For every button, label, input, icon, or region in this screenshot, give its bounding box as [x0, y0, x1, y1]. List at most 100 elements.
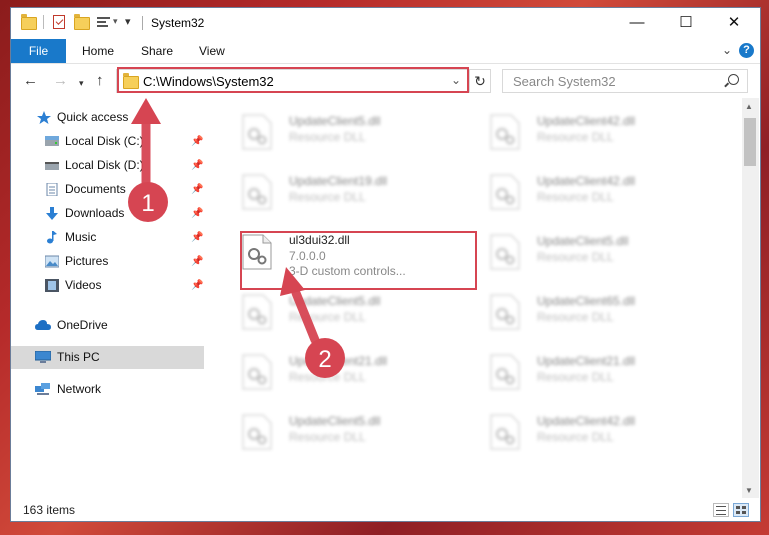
large-icons-view-icon[interactable]: [733, 503, 749, 517]
nav-item-this-pc[interactable]: This PC: [11, 346, 204, 369]
file-tile[interactable]: UpdateClient19.dll Resource DLL: [228, 164, 468, 220]
nav-item-label: This PC: [57, 350, 100, 364]
file-name: UpdateClient42.dll: [537, 414, 636, 428]
file-tile[interactable]: UpdateClient65.dll Resource DLL: [476, 284, 716, 340]
nav-item-videos[interactable]: Videos 📌: [11, 274, 204, 297]
file-tile[interactable]: UpdateClient5.dll Resource DLL: [228, 404, 468, 460]
nav-item-label: Videos: [65, 278, 102, 292]
dll-file-icon: [242, 354, 272, 390]
ribbon-tabs: File Home Share View ⌄ ?: [11, 39, 760, 64]
file-description: Resource DLL: [289, 310, 366, 324]
window-title: System32: [151, 16, 205, 30]
tab-home[interactable]: Home: [82, 39, 114, 63]
nav-item-onedrive[interactable]: OneDrive: [11, 314, 204, 337]
scroll-down-icon[interactable]: ▼: [745, 486, 753, 495]
dll-file-icon: [242, 174, 272, 210]
file-tile[interactable]: UpdateClient21.dll Resource DLL: [476, 344, 716, 400]
tab-file[interactable]: File: [11, 39, 66, 63]
nav-item-quick-access[interactable]: Quick access: [11, 106, 204, 129]
view-menu-icon[interactable]: [97, 17, 110, 28]
pin-icon: 📌: [191, 232, 204, 243]
dll-file-icon: [242, 294, 272, 330]
highlight-box-address: [117, 67, 469, 93]
pin-icon: 📌: [191, 208, 204, 219]
nav-item-downloads[interactable]: Downloads 📌: [11, 202, 204, 225]
navigation-pane: Quick access Local Disk (C:) 📌 Local Dis…: [11, 98, 204, 498]
file-tile[interactable]: UpdateClient42.dll Resource DLL: [476, 104, 716, 160]
new-folder-icon[interactable]: [74, 13, 90, 32]
maximize-button[interactable]: ☐: [663, 8, 709, 38]
file-name: UpdateClient5.dll: [537, 234, 629, 248]
nav-item-label: Downloads: [65, 206, 125, 220]
item-count: 163 items: [23, 503, 76, 517]
search-input[interactable]: [511, 73, 715, 90]
nav-item-label: Local Disk (C:): [65, 134, 144, 148]
file-list: UpdateClient5.dll Resource DLL UpdateCli…: [218, 98, 741, 498]
close-button[interactable]: ✕: [711, 8, 757, 38]
back-arrow-icon[interactable]: ←: [23, 73, 38, 88]
customize-toolbar-icon[interactable]: ▾: [125, 15, 131, 28]
nav-item-label: Network: [57, 382, 102, 396]
file-tile[interactable]: UpdateClient42.dll Resource DLL: [476, 164, 716, 220]
qa-dropdown-icon[interactable]: ▾: [113, 16, 118, 27]
expand-ribbon-icon[interactable]: ⌄: [722, 43, 732, 57]
nav-item-documents[interactable]: Documents 📌: [11, 178, 204, 201]
drive-icon: [45, 136, 59, 146]
file-tile[interactable]: UpdateClient5.dll Resource DLL: [476, 224, 716, 280]
nav-item-label: Quick access: [57, 110, 129, 124]
file-name: UpdateClient65.dll: [537, 294, 636, 308]
up-arrow-icon[interactable]: ↑: [96, 73, 104, 88]
file-tile[interactable]: UpdateClient42.dll Resource DLL: [476, 404, 716, 460]
status-bar: 163 items: [11, 500, 760, 521]
qa-divider: [43, 15, 44, 29]
details-view-icon[interactable]: [713, 503, 729, 517]
file-tile[interactable]: UpdateClient5.dll Resource DLL: [228, 104, 468, 160]
minimize-button[interactable]: —: [614, 8, 660, 38]
downloads-icon: [46, 207, 58, 220]
file-name: UpdateClient5.dll: [289, 414, 381, 428]
pin-icon: 📌: [191, 136, 204, 147]
recent-locations-icon[interactable]: ▾: [79, 76, 84, 91]
search-box[interactable]: [502, 69, 748, 93]
file-name: UpdateClient21.dll: [289, 354, 388, 368]
forward-arrow-icon[interactable]: →: [53, 73, 68, 88]
scrollbar-thumb[interactable]: [744, 118, 756, 166]
nav-item-local-disk-d[interactable]: Local Disk (D:) 📌: [11, 154, 204, 177]
refresh-button[interactable]: ↻: [469, 69, 491, 93]
file-description: Resource DLL: [289, 370, 366, 384]
nav-item-label: Local Disk (D:): [65, 158, 144, 172]
file-name: UpdateClient5.dll: [289, 294, 381, 308]
nav-item-label: Documents: [65, 182, 126, 196]
dll-file-icon: [490, 114, 520, 150]
dll-file-icon: [490, 174, 520, 210]
dll-file-icon: [490, 294, 520, 330]
file-description: Resource DLL: [289, 430, 366, 444]
nav-item-label: Music: [65, 230, 97, 244]
help-icon[interactable]: ?: [739, 43, 754, 58]
file-name: UpdateClient42.dll: [537, 114, 636, 128]
dll-file-icon: [242, 114, 272, 150]
scroll-up-icon[interactable]: ▲: [745, 102, 753, 111]
star-icon: [37, 111, 51, 124]
file-tile[interactable]: UpdateClient21.dll Resource DLL: [228, 344, 468, 400]
documents-icon: [46, 183, 58, 196]
vertical-scrollbar[interactable]: ▲ ▼: [742, 98, 759, 498]
properties-icon[interactable]: [53, 15, 65, 29]
nav-item-music[interactable]: Music 📌: [11, 226, 204, 249]
pin-icon: 📌: [191, 256, 204, 267]
file-name: UpdateClient21.dll: [537, 354, 636, 368]
search-icon[interactable]: [728, 74, 739, 85]
pin-icon: 📌: [191, 160, 204, 171]
file-tile[interactable]: UpdateClient5.dll Resource DLL: [228, 284, 468, 340]
nav-item-pictures[interactable]: Pictures 📌: [11, 250, 204, 273]
tab-view[interactable]: View: [199, 39, 225, 63]
nav-item-network[interactable]: Network: [11, 378, 204, 401]
dll-file-icon: [490, 414, 520, 450]
title-divider: [142, 16, 143, 30]
nav-item-label: OneDrive: [57, 318, 108, 332]
nav-item-local-disk-c[interactable]: Local Disk (C:) 📌: [11, 130, 204, 153]
tab-share[interactable]: Share: [141, 39, 173, 63]
file-description: Resource DLL: [537, 250, 614, 264]
drive-icon: [45, 162, 59, 170]
file-description: Resource DLL: [537, 430, 614, 444]
